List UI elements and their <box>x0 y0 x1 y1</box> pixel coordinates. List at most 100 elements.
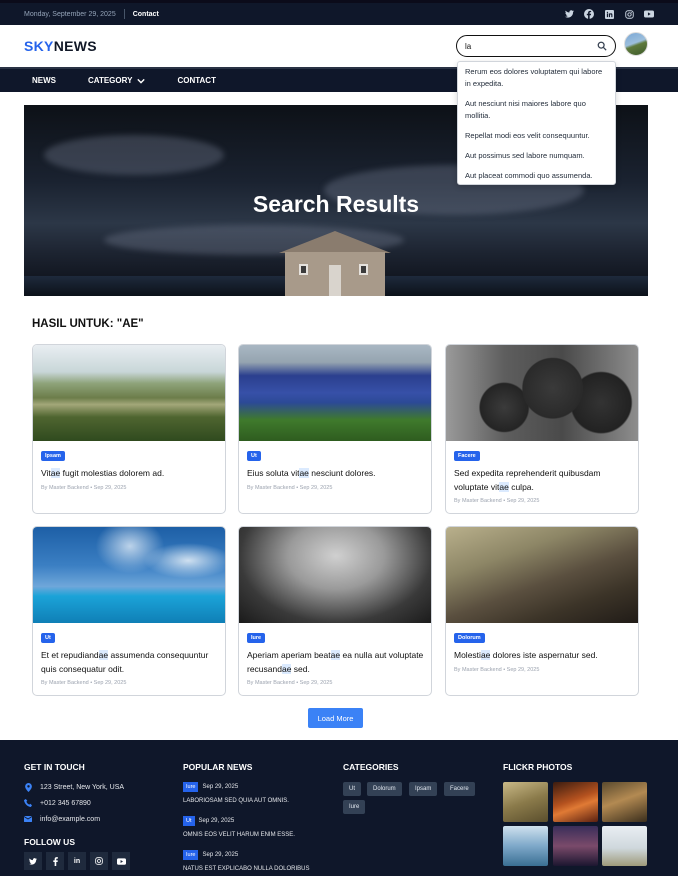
top-bar: Monday, September 29, 2025 Contact <box>0 0 678 25</box>
category-badge[interactable]: Dolorum <box>454 633 485 643</box>
flickr-photo[interactable] <box>553 826 598 866</box>
article-card[interactable]: Facere Sed expedita reprehenderit quibus… <box>445 344 639 514</box>
divider <box>123 9 125 19</box>
flickr-photo[interactable] <box>553 782 598 822</box>
envelope-icon <box>24 815 32 823</box>
footer-address: 123 Street, New York, USA <box>24 782 125 792</box>
category-badge[interactable]: Facere <box>454 451 480 461</box>
flickr-photo[interactable] <box>503 782 548 822</box>
twitter-icon[interactable] <box>24 852 42 870</box>
news-title[interactable]: OMNIS EOS VELIT HARUM ENIM ESSE. <box>183 832 295 838</box>
chevron-down-icon <box>137 78 146 84</box>
article-meta: By Master Backend • Sep 29, 2025 <box>247 485 333 491</box>
search-suggestions: Rerum eos dolores voluptatem qui labore … <box>457 61 616 185</box>
article-meta: By Master Backend • Sep 29, 2025 <box>454 498 540 504</box>
logo-news: NEWS <box>53 38 97 54</box>
article-card[interactable]: Ipsam Vitae fugit molestias dolorem ad. … <box>32 344 226 514</box>
article-meta: By Master Backend • Sep 29, 2025 <box>454 667 540 673</box>
category-tag[interactable]: Ut <box>343 782 361 796</box>
article-card[interactable]: Dolorum Molestiae dolores iste aspernatu… <box>445 526 639 696</box>
facebook-icon[interactable] <box>584 9 594 19</box>
nav-news-label: NEWS <box>32 76 56 85</box>
article-title[interactable]: Et et repudiandae assumenda consequuntur… <box>41 648 221 676</box>
results-heading: HASIL UNTUK: "AE" <box>32 318 144 330</box>
suggestion-item[interactable]: Aut nesciunt nisi maiores labore quo mol… <box>465 98 608 122</box>
category-badge[interactable]: Ipsam <box>41 451 65 461</box>
news-title[interactable]: LABORIOSAM SED QUIA AUT OMNIS. <box>183 798 289 804</box>
article-title[interactable]: Aperiam aperiam beatae ea nulla aut volu… <box>247 648 427 676</box>
news-date: Sep 29, 2025 <box>198 818 235 824</box>
article-image[interactable] <box>239 527 431 623</box>
category-tag[interactable]: Facere <box>444 782 475 796</box>
nav-news[interactable]: NEWS <box>32 76 56 85</box>
current-date: Monday, September 29, 2025 <box>24 10 116 18</box>
footer-heading: POPULAR NEWS <box>183 762 253 772</box>
category-badge[interactable]: Ut <box>183 816 195 826</box>
suggestion-item[interactable]: Aut possimus sed labore numquam. <box>465 150 608 162</box>
logo-sky: SKY <box>24 38 54 54</box>
nav-contact[interactable]: CONTACT <box>177 76 216 85</box>
category-badge[interactable]: Ut <box>247 451 261 461</box>
category-badge[interactable]: Iure <box>183 782 199 792</box>
article-image[interactable] <box>446 345 638 441</box>
linkedin-icon[interactable] <box>604 9 614 19</box>
instagram-icon[interactable] <box>624 9 634 19</box>
category-tag[interactable]: Dolorum <box>367 782 402 796</box>
article-title[interactable]: Eius soluta vitae nesciunt dolores. <box>247 466 427 480</box>
news-title[interactable]: NATUS EST EXPLICABO NULLA DOLORIBUS <box>183 866 309 872</box>
article-image[interactable] <box>33 527 225 623</box>
article-card[interactable]: Ut Et et repudiandae assumenda consequun… <box>32 526 226 696</box>
footer-heading: CATEGORIES <box>343 762 399 772</box>
phone-text: +012 345 67890 <box>40 799 91 807</box>
suggestion-item[interactable]: Aut placeat commodi quo assumenda. <box>465 170 608 182</box>
youtube-icon[interactable] <box>112 852 130 870</box>
popular-news-item[interactable]: Iure Sep 29, 2025 NATUS EST EXPLICABO NUL… <box>183 850 309 872</box>
user-avatar[interactable] <box>624 32 648 56</box>
flickr-photo[interactable] <box>602 826 647 866</box>
news-date: Sep 29, 2025 <box>202 784 239 790</box>
facebook-icon[interactable] <box>46 852 64 870</box>
category-badge[interactable]: Iure <box>247 633 266 643</box>
article-meta: By Master Backend • Sep 29, 2025 <box>41 680 127 686</box>
nav-category[interactable]: CATEGORY <box>88 76 146 85</box>
topbar-social-links <box>564 9 654 19</box>
linkedin-icon[interactable]: in <box>68 852 86 870</box>
popular-news-item[interactable]: Iure Sep 29, 2025 LABORIOSAM SED QUIA AUT… <box>183 782 289 804</box>
article-title[interactable]: Sed expedita reprehenderit quibusdam vol… <box>454 466 634 494</box>
youtube-icon[interactable] <box>644 9 654 19</box>
instagram-icon[interactable] <box>90 852 108 870</box>
site-footer: GET IN TOUCH 123 Street, New York, USA +… <box>0 740 678 876</box>
suggestion-item[interactable]: Rerum eos dolores voluptatem qui labore … <box>465 66 608 90</box>
footer-heading: FLICKR PHOTOS <box>503 762 573 772</box>
topbar-contact-link[interactable]: Contact <box>133 11 159 18</box>
article-card[interactable]: Iure Aperiam aperiam beatae ea nulla aut… <box>238 526 432 696</box>
article-title[interactable]: Vitae fugit molestias dolorem ad. <box>41 466 221 480</box>
article-card[interactable]: Ut Eius soluta vitae nesciunt dolores. B… <box>238 344 432 514</box>
house-illustration <box>279 231 391 296</box>
article-image[interactable] <box>446 527 638 623</box>
article-image[interactable] <box>33 345 225 441</box>
page-title: Search Results <box>252 191 420 217</box>
flickr-photo[interactable] <box>602 782 647 822</box>
article-image[interactable] <box>239 345 431 441</box>
article-meta: By Master Backend • Sep 29, 2025 <box>247 680 333 686</box>
category-tag[interactable]: Iure <box>343 800 366 814</box>
search-input-value: la <box>465 41 472 51</box>
flickr-photo[interactable] <box>503 826 548 866</box>
category-tag[interactable]: Ipsam <box>409 782 438 796</box>
news-date: Sep 29, 2025 <box>202 852 239 858</box>
search-icon[interactable] <box>597 41 607 51</box>
suggestion-item[interactable]: Repellat modi eos velit consequuntur. <box>465 130 608 142</box>
site-logo[interactable]: SKYNEWS <box>24 38 97 54</box>
load-more-button[interactable]: Load More <box>308 708 363 728</box>
category-badge[interactable]: Ut <box>41 633 55 643</box>
phone-icon <box>24 799 32 807</box>
category-badge[interactable]: Iure <box>183 850 199 860</box>
popular-news-item[interactable]: Ut Sep 29, 2025 OMNIS EOS VELIT HARUM ENI… <box>183 816 295 838</box>
search-input[interactable]: la <box>456 35 616 57</box>
twitter-icon[interactable] <box>564 9 574 19</box>
nav-contact-label: CONTACT <box>177 76 216 85</box>
address-text: 123 Street, New York, USA <box>40 783 125 791</box>
article-title[interactable]: Molestiae dolores iste aspernatur sed. <box>454 648 634 662</box>
footer-email[interactable]: info@example.com <box>24 815 100 823</box>
